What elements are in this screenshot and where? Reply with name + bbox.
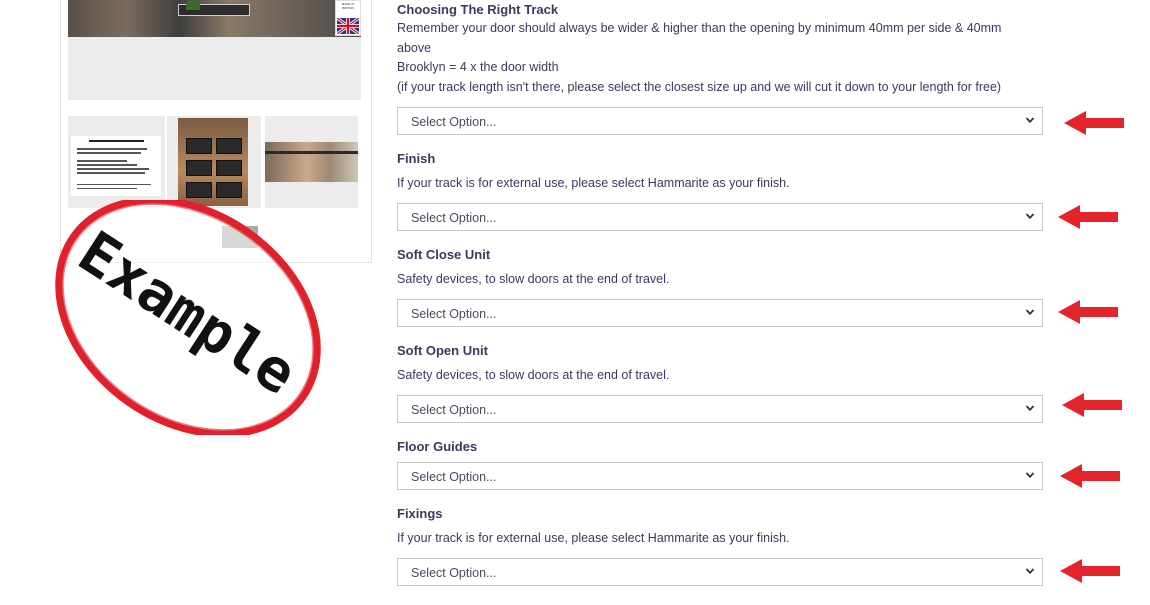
option-heading-track: Choosing The Right Track <box>397 2 559 17</box>
option-heading-soft-close: Soft Close Unit <box>397 247 491 262</box>
option-description-finish: If your track is for external use, pleas… <box>397 176 790 190</box>
red-arrow-left-icon <box>1058 205 1118 229</box>
red-arrow-left-icon <box>1060 559 1120 583</box>
red-arrow-left-icon <box>1064 111 1124 135</box>
badge-text: MADE IN BRITAIN <box>341 2 355 10</box>
made-in-britain-badge: MADE IN BRITAIN <box>335 0 361 36</box>
option-description-soft-close: Safety devices, to slow doors at the end… <box>397 272 670 286</box>
select-soft-open[interactable]: Select Option... <box>397 395 1043 423</box>
thumbnail-cabinet[interactable] <box>167 116 261 208</box>
cabinet-photo <box>178 118 248 206</box>
red-arrow-left-icon <box>1058 300 1118 324</box>
chevron-down-icon <box>1025 405 1035 412</box>
main-photo-scene <box>68 0 361 37</box>
thumbnail-track-rail[interactable] <box>265 116 358 208</box>
red-arrow-left-icon <box>1060 464 1120 488</box>
select-floor-guides[interactable]: Select Option... <box>397 462 1043 490</box>
main-product-image[interactable]: MADE IN BRITAIN <box>68 0 361 100</box>
red-arrow-left-icon <box>1062 393 1122 417</box>
select-fixings[interactable]: Select Option... <box>397 558 1043 586</box>
chevron-down-icon <box>1025 568 1035 575</box>
union-flag-icon <box>337 18 359 34</box>
chevron-down-icon <box>1025 309 1035 316</box>
option-heading-finish: Finish <box>397 151 436 166</box>
size-guide-document <box>71 136 161 196</box>
select-soft-close[interactable]: Select Option... <box>397 299 1043 327</box>
chevron-down-icon <box>1025 213 1035 220</box>
option-heading-soft-open: Soft Open Unit <box>397 343 488 358</box>
option-heading-fixings: Fixings <box>397 506 443 521</box>
option-description-track: Remember your door should always be wide… <box>397 21 1002 94</box>
chevron-down-icon <box>1025 117 1035 124</box>
example-stamp: Example <box>55 200 321 435</box>
select-finish[interactable]: Select Option... <box>397 203 1043 231</box>
option-heading-floor-guides: Floor Guides <box>397 439 478 454</box>
option-description-fixings: If your track is for external use, pleas… <box>397 531 790 545</box>
chevron-down-icon <box>1025 472 1035 479</box>
select-track[interactable]: Select Option... <box>397 107 1043 135</box>
thumbnail-size-guide[interactable] <box>68 116 165 208</box>
rail-photo <box>265 142 358 182</box>
option-description-soft-open: Safety devices, to slow doors at the end… <box>397 368 670 382</box>
